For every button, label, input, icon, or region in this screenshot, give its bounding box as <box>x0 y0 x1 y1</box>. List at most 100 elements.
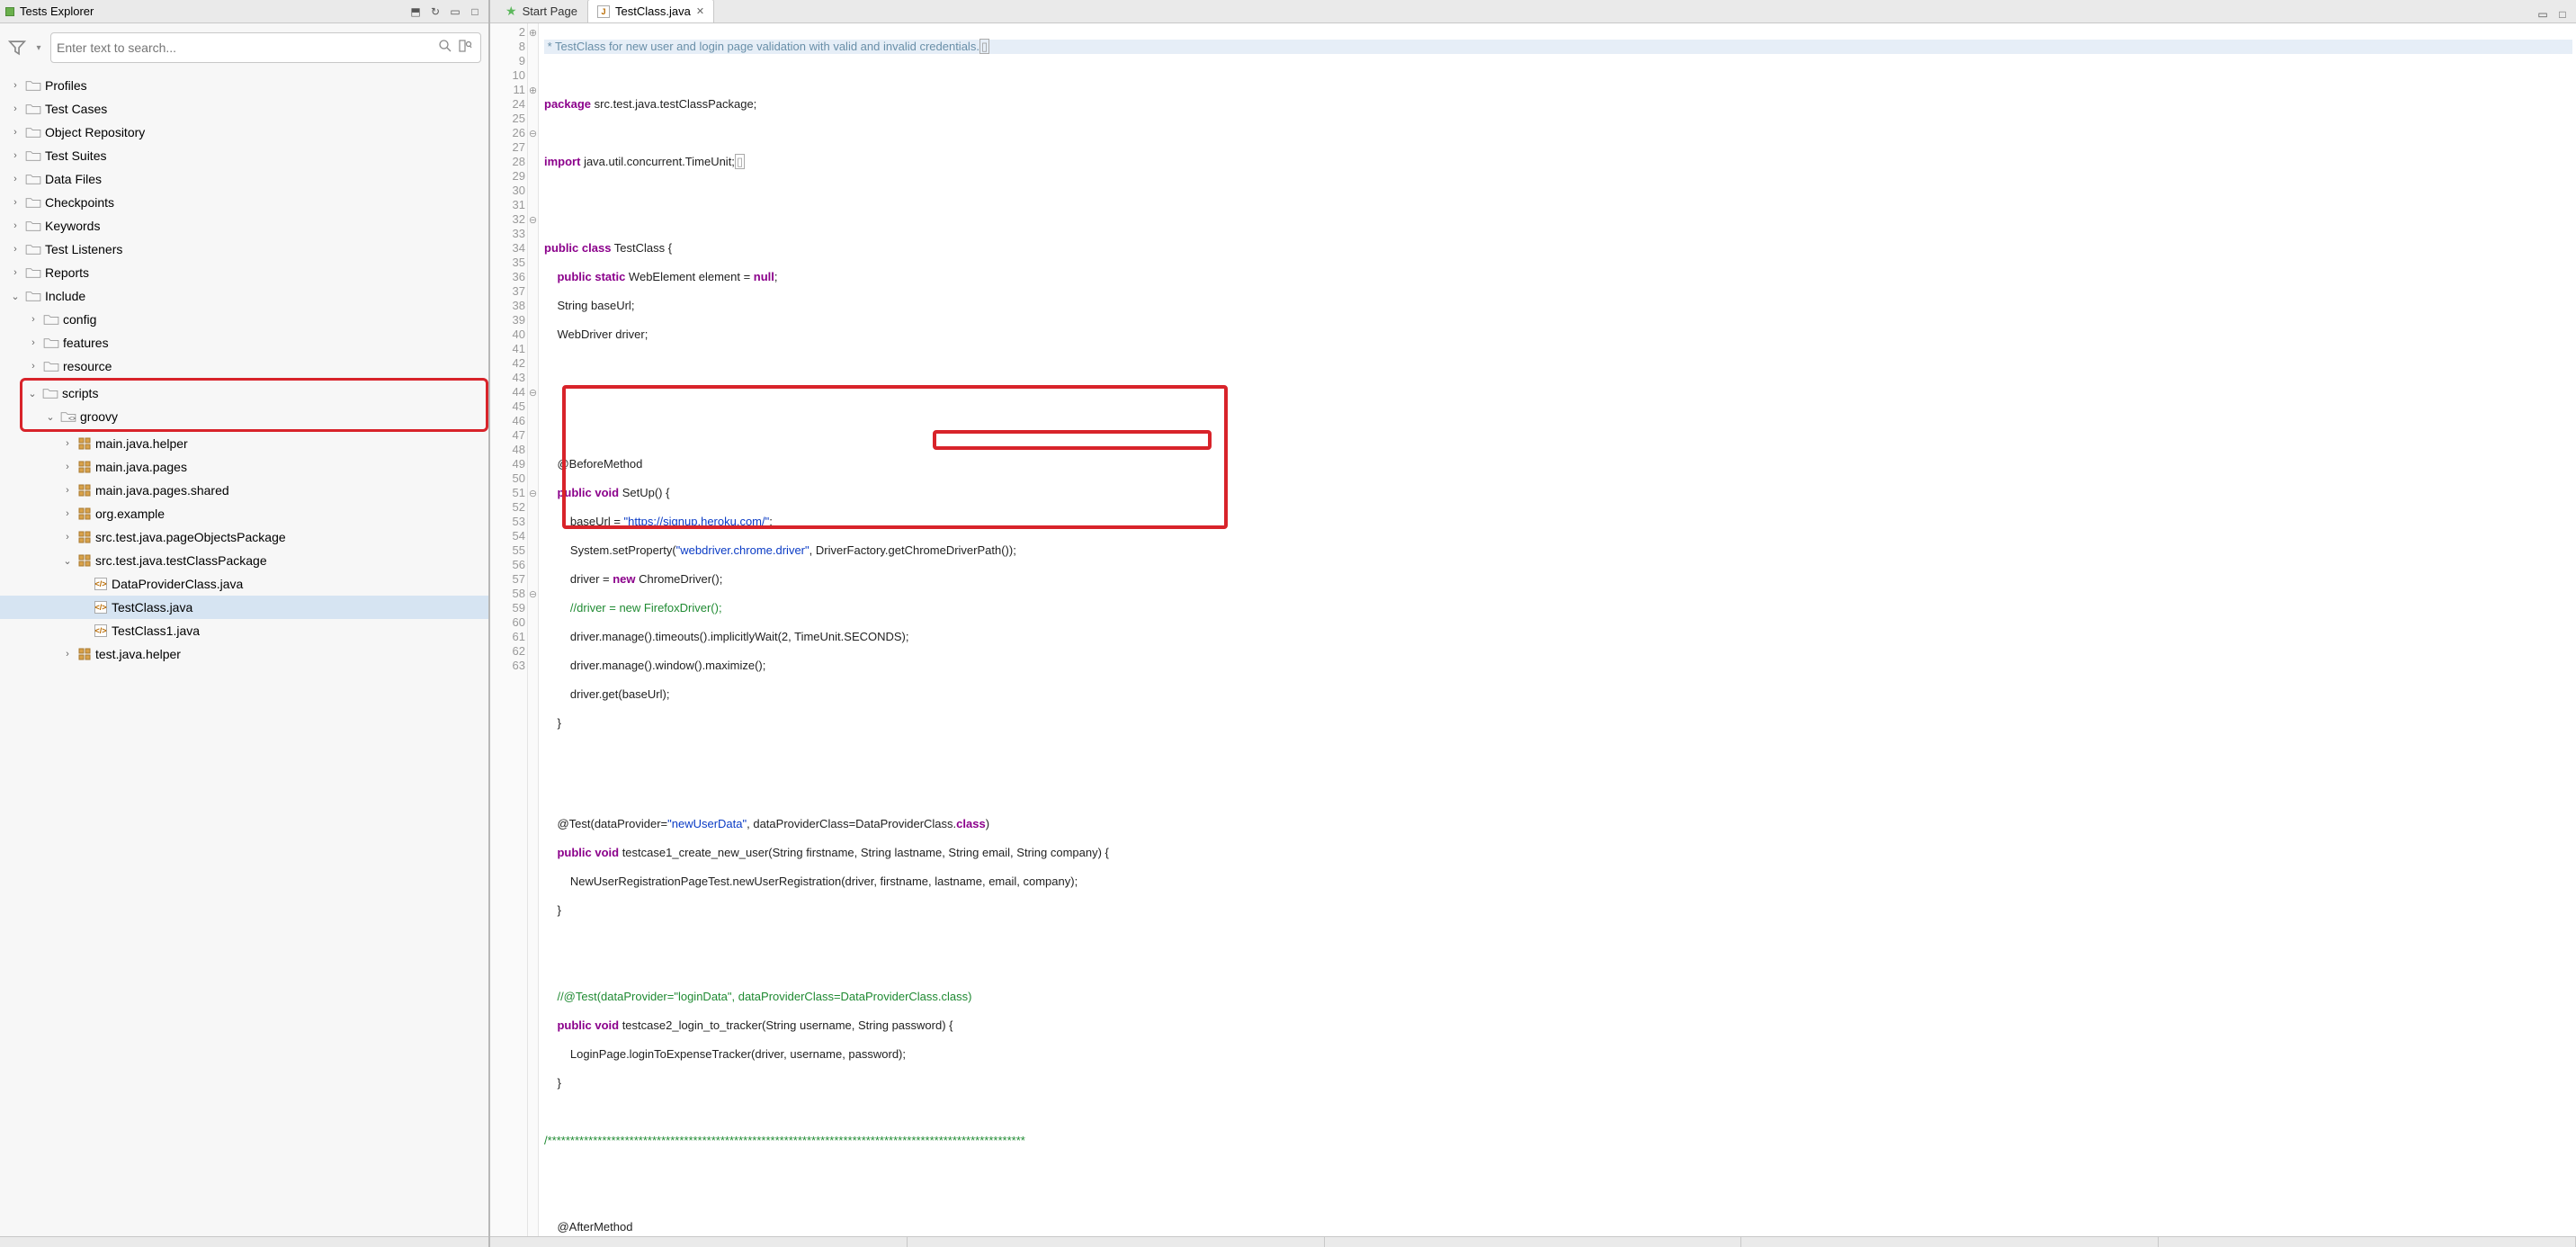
folder-icon <box>42 386 58 400</box>
code-line: //driver = new FirefoxDriver(); <box>544 601 2572 615</box>
chevron-down-icon[interactable]: ⌄ <box>26 388 39 399</box>
chevron-right-icon[interactable]: › <box>9 103 22 114</box>
highlighted-scripts-group: ⌄scripts ⌄<>groovy <box>20 378 488 432</box>
project-tree[interactable]: ›Profiles ›Test Cases ›Object Repository… <box>0 72 488 1236</box>
tree-include[interactable]: ⌄Include <box>0 284 488 308</box>
code-area[interactable]: * TestClass for new user and login page … <box>539 23 2576 1236</box>
code-line: driver.manage().window().maximize(); <box>544 659 2572 673</box>
chevron-right-icon[interactable]: › <box>9 220 22 231</box>
tree-pkg-test-class[interactable]: ⌄src.test.java.testClassPackage <box>0 549 488 572</box>
chevron-right-icon[interactable]: › <box>9 267 22 278</box>
panel-title: Tests Explorer <box>20 4 402 18</box>
tree-pkg-page-objects[interactable]: ›src.test.java.pageObjectsPackage <box>0 525 488 549</box>
tree-file-test-class[interactable]: </>TestClass.java <box>0 596 488 619</box>
maximize-icon[interactable]: □ <box>2554 6 2571 22</box>
code-line <box>544 68 2572 83</box>
code-line <box>544 184 2572 198</box>
package-icon <box>77 530 92 544</box>
tree-file-data-provider[interactable]: </>DataProviderClass.java <box>0 572 488 596</box>
chevron-right-icon[interactable]: › <box>61 485 74 496</box>
chevron-down-icon[interactable]: ⌄ <box>9 291 22 302</box>
tree-config[interactable]: ›config <box>0 308 488 331</box>
tree-pkg-org-example[interactable]: ›org.example <box>0 502 488 525</box>
code-line <box>544 932 2572 946</box>
tree-file-test-class1[interactable]: </>TestClass1.java <box>0 619 488 642</box>
filter-icon[interactable] <box>7 38 27 58</box>
link-editor-icon[interactable]: ⬒ <box>407 4 424 20</box>
chevron-right-icon[interactable]: › <box>61 508 74 519</box>
code-editor[interactable]: 2891011242526272829303132333435363738394… <box>490 23 2576 1236</box>
code-line: String baseUrl; <box>544 299 2572 313</box>
tree-pkg-main-pages-shared[interactable]: ›main.java.pages.shared <box>0 479 488 502</box>
tree-pkg-test-helper[interactable]: ›test.java.helper <box>0 642 488 666</box>
chevron-right-icon[interactable]: › <box>9 80 22 91</box>
refresh-icon[interactable]: ↻ <box>427 4 443 20</box>
code-line: driver.manage().timeouts().implicitlyWai… <box>544 630 2572 644</box>
filter-dropdown-icon[interactable]: ▾ <box>32 38 45 58</box>
code-line: import java.util.concurrent.TimeUnit;▯ <box>544 155 2572 169</box>
chevron-right-icon[interactable]: › <box>61 462 74 472</box>
folder-icon <box>25 125 41 139</box>
tab-test-class[interactable]: JTestClass.java✕ <box>587 0 714 22</box>
tree-groovy[interactable]: ⌄<>groovy <box>22 405 486 428</box>
folder-icon <box>25 102 41 116</box>
app-icon <box>5 7 14 16</box>
code-line <box>544 759 2572 774</box>
package-icon <box>77 647 92 661</box>
chevron-down-icon[interactable]: ⌄ <box>61 555 74 567</box>
code-line <box>544 788 2572 803</box>
chevron-right-icon[interactable]: › <box>9 244 22 255</box>
tree-test-suites[interactable]: ›Test Suites <box>0 144 488 167</box>
chevron-right-icon[interactable]: › <box>61 532 74 543</box>
tab-start-page[interactable]: ★Start Page <box>496 0 587 22</box>
tree-checkpoints[interactable]: ›Checkpoints <box>0 191 488 214</box>
code-line: System.setProperty("webdriver.chrome.dri… <box>544 543 2572 558</box>
chevron-right-icon[interactable]: › <box>61 438 74 449</box>
java-file-icon: J <box>597 5 610 18</box>
code-line: } <box>544 903 2572 918</box>
tree-object-repository[interactable]: ›Object Repository <box>0 121 488 144</box>
minimize-icon[interactable]: ▭ <box>2535 6 2551 22</box>
tree-test-cases[interactable]: ›Test Cases <box>0 97 488 121</box>
java-file-icon: </> <box>94 577 108 591</box>
chevron-right-icon[interactable]: › <box>9 174 22 184</box>
close-icon[interactable]: ✕ <box>696 5 704 17</box>
tree-resource[interactable]: ›resource <box>0 354 488 378</box>
search-input[interactable] <box>57 40 435 55</box>
code-line <box>544 356 2572 371</box>
chevron-right-icon[interactable]: › <box>27 361 40 372</box>
search-mode-icon[interactable] <box>455 39 475 58</box>
search-box <box>50 32 481 63</box>
folder-icon <box>25 195 41 210</box>
tree-features[interactable]: ›features <box>0 331 488 354</box>
maximize-icon[interactable]: □ <box>467 4 483 20</box>
search-icon[interactable] <box>435 39 455 58</box>
tree-keywords[interactable]: ›Keywords <box>0 214 488 238</box>
code-line: public void testcase2_login_to_tracker(S… <box>544 1018 2572 1033</box>
tree-scripts[interactable]: ⌄scripts <box>22 381 486 405</box>
code-line: public static WebElement element = null; <box>544 270 2572 284</box>
chevron-right-icon[interactable]: › <box>61 649 74 659</box>
folder-icon <box>43 359 59 373</box>
tree-reports[interactable]: ›Reports <box>0 261 488 284</box>
chevron-right-icon[interactable]: › <box>9 197 22 208</box>
chevron-down-icon[interactable]: ⌄ <box>44 411 57 423</box>
svg-text:<>: <> <box>68 416 76 422</box>
code-line: @Test(dataProvider="newUserData", dataPr… <box>544 817 2572 831</box>
tree-profiles[interactable]: ›Profiles <box>0 74 488 97</box>
folder-icon <box>25 172 41 186</box>
package-icon <box>77 507 92 521</box>
chevron-right-icon[interactable]: › <box>27 337 40 348</box>
chevron-right-icon[interactable]: › <box>9 127 22 138</box>
folder-icon <box>25 289 41 303</box>
chevron-right-icon[interactable]: › <box>9 150 22 161</box>
tree-data-files[interactable]: ›Data Files <box>0 167 488 191</box>
tree-pkg-main-helper[interactable]: ›main.java.helper <box>0 432 488 455</box>
chevron-right-icon[interactable]: › <box>27 314 40 325</box>
fold-column[interactable]: ⊕⊕⊖⊖⊖⊖⊖ <box>528 23 539 1236</box>
tree-pkg-main-pages[interactable]: ›main.java.pages <box>0 455 488 479</box>
folder-icon <box>25 219 41 233</box>
line-number-gutter: 2891011242526272829303132333435363738394… <box>490 23 528 1236</box>
tree-test-listeners[interactable]: ›Test Listeners <box>0 238 488 261</box>
minimize-icon[interactable]: ▭ <box>447 4 463 20</box>
